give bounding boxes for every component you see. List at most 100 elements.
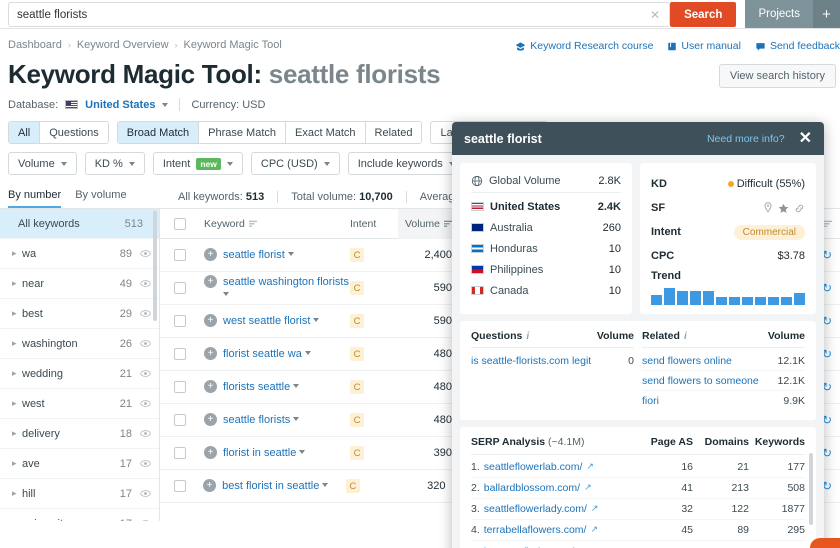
sidebar-scrollbar[interactable] [153,211,157,321]
eye-icon[interactable] [140,458,151,469]
projects-button[interactable]: Projects [745,0,813,28]
user-manual-link[interactable]: User manual [667,40,741,52]
info-icon[interactable]: i [684,331,687,342]
row-checkbox-cell[interactable] [160,249,200,261]
eye-icon[interactable] [140,248,151,259]
keyword-research-course-link[interactable]: Keyword Research course [515,40,653,52]
filter-questions[interactable]: Questions [40,122,108,143]
external-link-icon[interactable]: ↗ [586,461,594,473]
chevron-down-icon[interactable] [223,292,229,296]
header-keyword[interactable]: Keyword [200,209,350,239]
chevron-down-icon[interactable] [299,450,306,454]
external-link-icon[interactable]: ↗ [590,524,598,536]
keyword-link[interactable]: seattle florists [223,414,290,426]
keyword-link[interactable]: seattle florist [223,249,285,261]
keyword-link[interactable]: florist seattle wa [223,348,302,360]
chevron-down-icon[interactable] [304,351,311,355]
chevron-right-icon[interactable]: ▸ [12,428,22,439]
add-keyword-icon[interactable]: + [204,380,217,393]
eye-icon[interactable] [140,518,151,521]
chevron-right-icon[interactable]: ▸ [12,458,22,469]
sidebar-item-washington[interactable]: ▸ washington 26 [0,329,159,359]
chevron-down-icon[interactable] [293,384,300,388]
add-keyword-icon[interactable]: + [204,248,217,261]
eye-icon[interactable] [140,278,151,289]
chevron-down-icon[interactable] [293,417,300,421]
sidebar-item-all-keywords[interactable]: All keywords 513 [0,209,159,239]
eye-icon[interactable] [140,488,151,499]
need-more-info-link[interactable]: Need more info? [707,133,785,145]
item-label[interactable]: fiori [642,395,783,407]
add-keyword-icon[interactable]: + [204,446,217,459]
filter-all[interactable]: All [9,122,41,143]
row-checkbox-cell[interactable] [160,480,199,492]
eye-icon[interactable] [140,368,151,379]
eye-icon[interactable] [140,428,151,439]
chevron-down-icon[interactable] [162,102,169,107]
keyword-link[interactable]: florists seattle [223,381,290,393]
serp-domain-link[interactable]: ballardblossom.com/ [484,482,580,494]
cell-intent[interactable]: C [350,314,398,328]
filter-volume[interactable]: Volume [8,152,77,175]
send-feedback-link[interactable]: Send feedback [755,40,840,52]
chevron-right-icon[interactable]: ▸ [12,488,22,499]
checkbox[interactable] [174,381,186,393]
sidebar-item-west[interactable]: ▸ west 21 [0,389,159,419]
related-item[interactable]: send flowers online 12.1K [642,351,805,371]
serp-row[interactable]: 3. seattleflowerlady.com/ ↗ 32 122 1877 [471,499,805,520]
chevron-down-icon[interactable] [287,252,294,256]
cell-intent[interactable]: C [350,347,398,361]
chevron-down-icon[interactable] [313,318,320,322]
row-checkbox-cell[interactable] [160,348,200,360]
keyword-link[interactable]: florist in seattle [223,447,296,459]
checkbox[interactable] [174,414,186,426]
chat-widget-icon[interactable] [810,538,840,548]
checkbox[interactable] [174,348,186,360]
serp-domain-link[interactable]: terrabellaflowers.com/ [484,524,587,536]
serp-row[interactable]: 1. seattleflowerlab.com/↗ 16 21 177 [471,457,805,478]
related-item[interactable]: fiori 9.9K [642,391,805,411]
view-search-history-button[interactable]: View search history [718,64,836,88]
database-selector[interactable]: United States [85,99,155,111]
cell-intent[interactable]: C [350,248,398,262]
add-keyword-icon[interactable]: + [203,479,217,492]
filter-kd[interactable]: KD % [84,152,145,175]
row-checkbox-cell[interactable] [160,447,200,459]
related-item[interactable]: send flowers to someone 12.1K [642,371,805,391]
item-label[interactable]: send flowers online [642,355,778,367]
chevron-right-icon[interactable]: ▸ [12,338,22,349]
add-keyword-icon[interactable]: + [204,314,217,327]
sidebar-item-hill[interactable]: ▸ hill 17 [0,479,159,509]
serp-domain-link[interactable]: seattleflowerlady.com/ [484,503,587,515]
search-input[interactable] [9,8,642,21]
cell-intent[interactable]: C [350,380,398,394]
external-link-icon[interactable]: ↗ [584,482,592,494]
filter-related[interactable]: Related [365,122,422,143]
external-link-icon[interactable]: ↗ [591,503,599,515]
close-icon[interactable]: ✕ [641,9,669,21]
checkbox[interactable] [173,480,186,492]
keyword-link[interactable]: west seattle florist [223,315,310,327]
sidebar-item-wa[interactable]: ▸ wa 89 [0,239,159,269]
search-box[interactable]: ✕ [8,2,671,27]
question-item[interactable]: is seattle-florists.com legit 0 [471,351,634,371]
serp-row[interactable]: 4. terrabellaflowers.com/↗ 45 89 295 [471,520,805,541]
tab-by-volume[interactable]: By volume [75,189,126,208]
filter-broad-match[interactable]: Broad Match [117,122,200,143]
chevron-right-icon[interactable]: ▸ [12,398,22,409]
filter-exact-match[interactable]: Exact Match [286,122,366,143]
cell-intent[interactable]: C [345,479,393,493]
chevron-right-icon[interactable]: ▸ [12,278,22,289]
cell-intent[interactable]: C [350,281,398,295]
filter-intent[interactable]: Intent new [152,152,243,175]
sidebar-item-wedding[interactable]: ▸ wedding 21 [0,359,159,389]
eye-icon[interactable] [140,308,151,319]
row-checkbox-cell[interactable] [160,282,200,294]
header-volume[interactable]: Volume [398,209,460,239]
sidebar-item-university[interactable]: ▸university17 [0,509,159,521]
checkbox[interactable] [174,249,186,261]
add-project-button[interactable]: + [813,0,840,28]
checkbox[interactable] [174,282,186,294]
chevron-right-icon[interactable]: ▸ [12,368,22,379]
checkbox[interactable] [174,315,186,327]
